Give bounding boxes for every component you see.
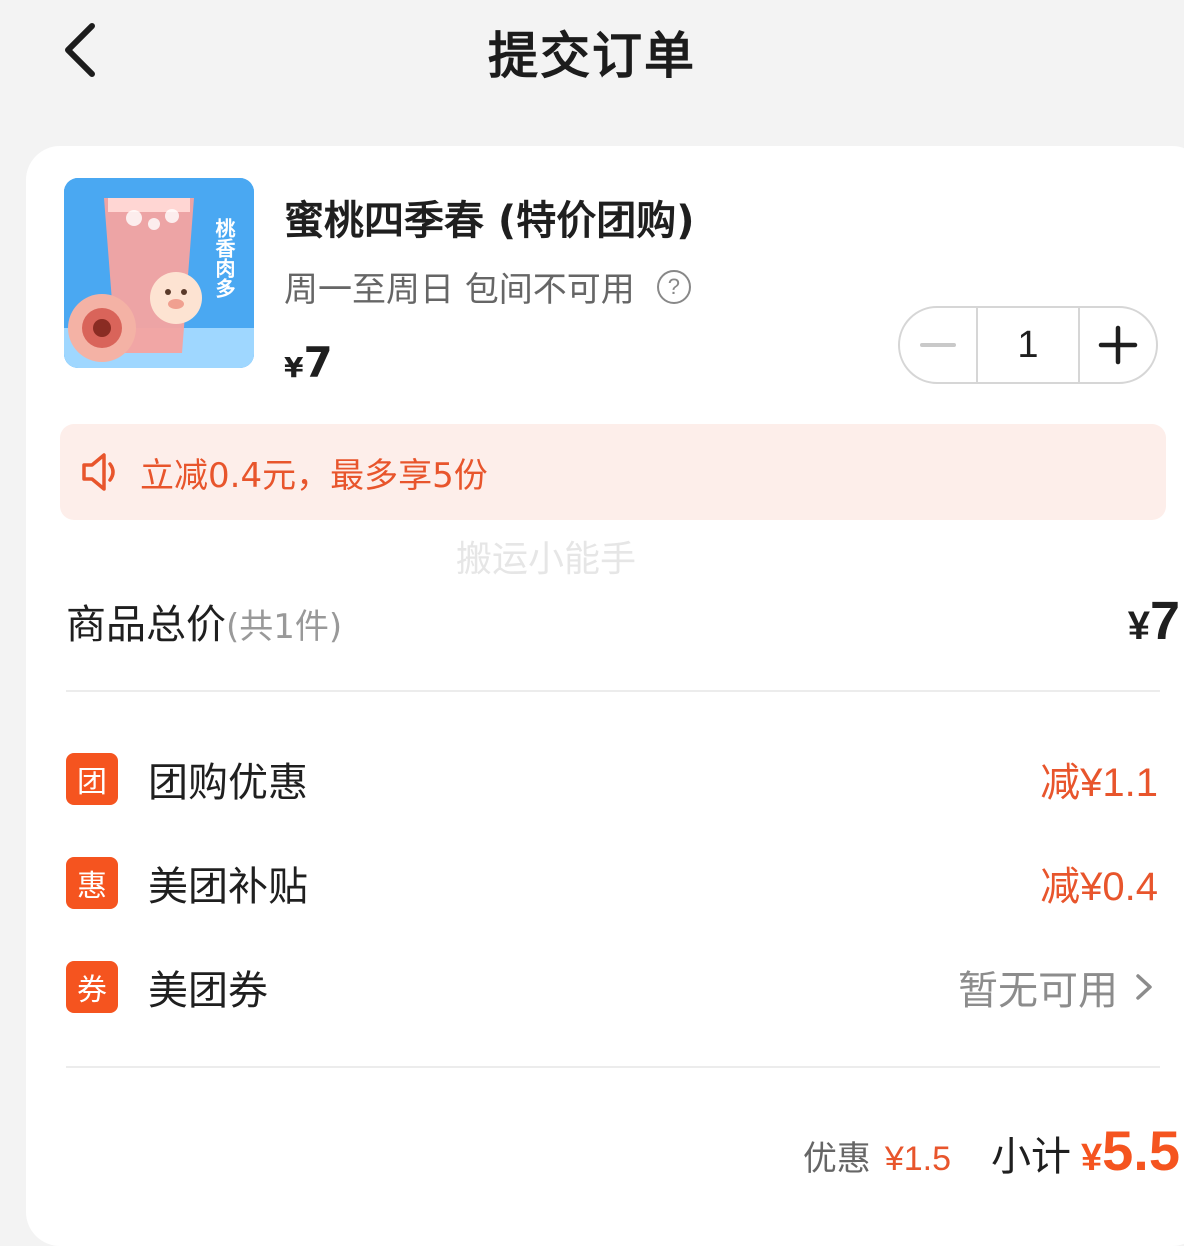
coupon-label: 美团券 bbox=[148, 968, 268, 1014]
minus-icon bbox=[920, 343, 956, 347]
total-price-value: ¥7 bbox=[1128, 590, 1180, 652]
product-availability: 周一至周日 包间不可用 ? bbox=[284, 262, 691, 311]
order-summary: 优惠 ¥1.5 小计 ¥ 5.5 bbox=[803, 1118, 1180, 1198]
decrease-quantity-button[interactable] bbox=[900, 308, 976, 382]
price-currency: ¥ bbox=[284, 351, 304, 384]
page-title: 提交订单 bbox=[488, 27, 696, 85]
summary-discount-label: 优惠 bbox=[802, 1139, 871, 1179]
coupon-row[interactable]: 券 美团券 暂无可用 bbox=[66, 952, 1158, 1022]
item-count: (共1件) bbox=[226, 607, 343, 647]
divider bbox=[66, 690, 1160, 692]
summary-discount-value: ¥1.5 bbox=[884, 1140, 951, 1178]
total-price-row: 商品总价(共1件) ¥7 bbox=[66, 586, 1180, 656]
top-bar: 提交订单 bbox=[0, 0, 1184, 120]
plus-icon bbox=[1098, 325, 1138, 365]
product-price: ¥7 bbox=[284, 338, 333, 387]
watermark: 搬运小能手 bbox=[456, 539, 637, 580]
groupbuy-badge-icon: 团 bbox=[66, 753, 118, 805]
coupon-badge-icon: 券 bbox=[66, 961, 118, 1013]
discount-value: 减¥0.4 bbox=[1040, 865, 1158, 909]
order-card: 桃香肉多 蜜桃四季春 (特价团购) 周一至周日 包间不可用 ? ¥7 1 立减0… bbox=[26, 146, 1184, 1246]
quantity-value[interactable]: 1 bbox=[976, 308, 1080, 382]
discount-label: 美团补贴 bbox=[148, 864, 308, 910]
increase-quantity-button[interactable] bbox=[1080, 308, 1156, 382]
availability-text: 周一至周日 包间不可用 bbox=[284, 270, 635, 310]
subsidy-badge-icon: 惠 bbox=[66, 857, 118, 909]
discount-row-groupbuy: 团 团购优惠 减¥1.1 bbox=[66, 744, 1158, 814]
speaker-icon bbox=[82, 453, 115, 491]
subtotal-currency: ¥ bbox=[1081, 1137, 1103, 1179]
promo-text: 立减0.4元，最多享5份 bbox=[140, 455, 488, 496]
promo-banner: 立减0.4元，最多享5份 bbox=[60, 424, 1166, 520]
discount-label: 团购优惠 bbox=[148, 760, 308, 806]
product-name: 蜜桃四季春 (特价团购) bbox=[284, 198, 695, 244]
total-amount: 7 bbox=[1149, 591, 1180, 651]
help-icon[interactable]: ? bbox=[656, 269, 691, 304]
quantity-stepper: 1 bbox=[898, 306, 1158, 384]
subtotal-label: 小计 bbox=[991, 1134, 1071, 1180]
discount-row-subsidy: 惠 美团补贴 减¥0.4 bbox=[66, 848, 1158, 918]
coupon-status: 暂无可用 bbox=[958, 968, 1118, 1014]
discount-value: 减¥1.1 bbox=[1040, 761, 1158, 805]
image-text: 桃香肉多 bbox=[212, 218, 236, 299]
product-image-art: 桃香肉多 bbox=[64, 178, 254, 368]
total-price-label: 商品总价 bbox=[66, 602, 226, 648]
divider bbox=[66, 1066, 1160, 1068]
total-currency: ¥ bbox=[1127, 604, 1150, 648]
chevron-right-icon bbox=[1136, 974, 1152, 1000]
product-image[interactable]: 桃香肉多 bbox=[64, 178, 254, 368]
price-value: 7 bbox=[303, 338, 333, 387]
coupon-selector[interactable]: 暂无可用 bbox=[958, 958, 1158, 1016]
subtotal-value: 5.5 bbox=[1102, 1119, 1180, 1182]
